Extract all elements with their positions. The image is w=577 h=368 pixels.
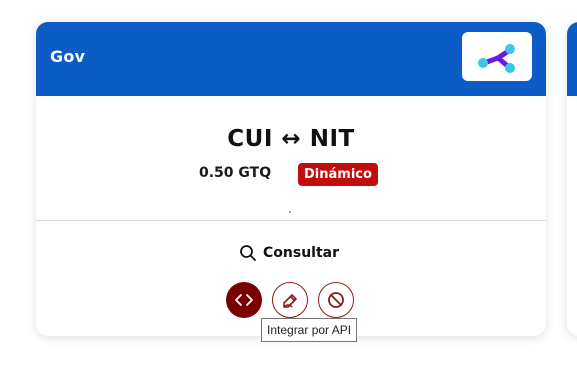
service-card: Gov CUI ↔ NIT 0.50 GTQ Dinámico Consulta… (36, 22, 546, 336)
card-divider (36, 220, 546, 221)
service-title: CUI ↔ NIT (227, 126, 355, 152)
card-header: Gov (36, 22, 546, 96)
share-network-icon (478, 44, 515, 73)
card-category: Gov (50, 47, 86, 66)
consult-label: Consultar (263, 245, 340, 261)
page: Gov CUI ↔ NIT 0.50 GTQ Dinámico Consulta… (0, 0, 577, 368)
next-service-card[interactable] (567, 22, 577, 336)
code-brackets-icon (235, 294, 253, 306)
search-icon (240, 245, 256, 261)
disable-button[interactable] (318, 282, 354, 318)
api-button[interactable] (226, 282, 262, 318)
edit-button[interactable] (272, 282, 308, 318)
service-price: 0.50 GTQ (199, 165, 272, 181)
next-card-header (567, 22, 577, 96)
api-tooltip: Integrar por API (261, 318, 358, 342)
service-logo (462, 32, 532, 81)
consult-button[interactable]: Consultar (239, 242, 339, 264)
pricing-badge: Dinámico (298, 163, 378, 186)
block-icon (328, 292, 344, 308)
pencil-icon (283, 294, 297, 308)
separator-dot (289, 211, 291, 213)
